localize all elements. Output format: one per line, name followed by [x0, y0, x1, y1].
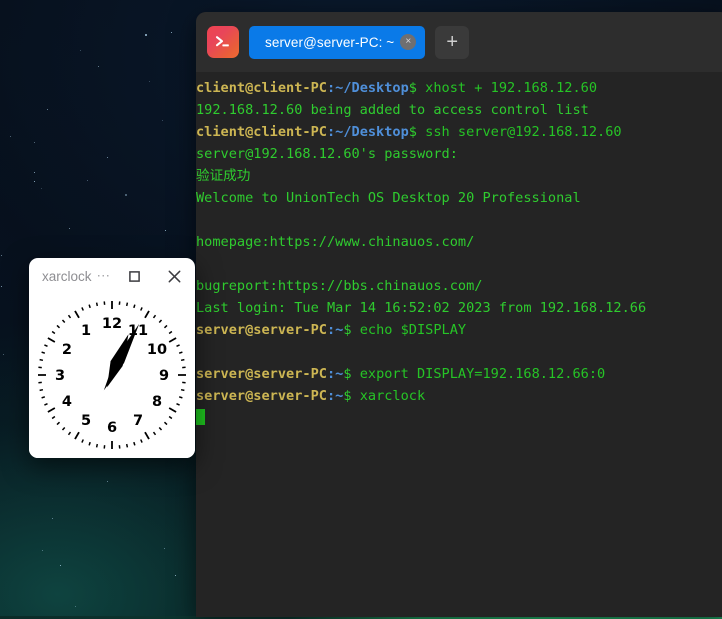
svg-text:2: 2 [62, 342, 72, 358]
terminal-tab-bar: server@server-PC: ~ × + [196, 12, 722, 72]
terminal-command: xhost + 192.168.12.60 [416, 80, 598, 96]
prompt-symbol: $ [343, 388, 352, 404]
terminal-cursor [196, 407, 722, 429]
prompt-path: :~/Desktop [326, 124, 409, 140]
prompt-user: server@server-PC [196, 388, 327, 404]
prompt-user: server@server-PC [196, 366, 327, 382]
terminal-output[interactable]: client@client-PC:~/Desktop$ xhost + 192.… [196, 72, 722, 429]
terminal-window[interactable]: server@server-PC: ~ × + client@client-PC… [196, 12, 722, 617]
terminal-output-line: Last login: Tue Mar 14 16:52:02 2023 fro… [196, 300, 647, 316]
prompt-path: :~ [326, 388, 344, 404]
menu-icon[interactable]: ⋯ [97, 268, 112, 284]
prompt-path: :~ [326, 366, 344, 382]
svg-text:5: 5 [81, 413, 91, 429]
terminal-output-line: 验证成功 [196, 168, 251, 184]
xarclock-window[interactable]: xarclock ⋯ 12 1 2 3 4 5 6 7 8 9 10 11 [29, 258, 195, 458]
prompt-path: :~/Desktop [326, 80, 409, 96]
terminal-output-line: Welcome to UnionTech OS Desktop 20 Profe… [196, 190, 581, 206]
terminal-prompt-line: server@server-PC:~$ export DISPLAY=192.1… [196, 363, 722, 385]
svg-text:12: 12 [102, 316, 122, 332]
prompt-symbol: $ [408, 80, 417, 96]
svg-text:4: 4 [62, 394, 72, 410]
new-tab-button[interactable]: + [435, 25, 470, 59]
desktop-screen: server@server-PC: ~ × + client@client-PC… [0, 0, 722, 619]
terminal-command: export DISPLAY=192.168.12.66:0 [351, 366, 606, 382]
tab-label: server@server-PC: ~ [265, 34, 395, 50]
terminal-prompt-line: server@server-PC:~$ xarclock [196, 385, 722, 407]
window-title: xarclock [42, 268, 92, 284]
terminal-output-line: homepage:https://www.chinauos.com/ [196, 234, 475, 250]
cursor-block [196, 409, 205, 425]
terminal-prompt-line: server@server-PC:~$ echo $DISPLAY [196, 319, 722, 341]
xarclock-titlebar: xarclock ⋯ [29, 258, 195, 294]
prompt-path: :~ [326, 322, 344, 338]
svg-text:10: 10 [147, 342, 167, 358]
prompt-user: client@client-PC [196, 124, 327, 140]
xarclock-face: 1212345 6 7891011 [29, 291, 195, 458]
terminal-tab-active[interactable]: server@server-PC: ~ × [249, 25, 426, 59]
prompt-user: server@server-PC [196, 322, 327, 338]
terminal-output-line: 192.168.12.60 being added to access cont… [196, 102, 589, 118]
maximize-icon[interactable] [123, 265, 145, 287]
terminal-output-line: server@192.168.12.60's password: [196, 146, 458, 162]
terminal-prompt-line: client@client-PC:~/Desktop$ xhost + 192.… [196, 77, 722, 99]
prompt-user: client@client-PC [196, 80, 327, 96]
terminal-prompt-line: client@client-PC:~/Desktop$ ssh server@1… [196, 121, 722, 143]
terminal-command: echo $DISPLAY [351, 322, 467, 338]
svg-text:8: 8 [152, 394, 162, 410]
terminal-command: ssh server@192.168.12.60 [416, 124, 622, 140]
terminal-command: xarclock [351, 388, 426, 404]
svg-text:1: 1 [81, 323, 91, 339]
terminal-output-line: bugreport:https://bbs.chinauos.com/ [196, 278, 483, 294]
svg-text:6: 6 [107, 420, 117, 436]
close-icon[interactable]: × [400, 34, 417, 50]
terminal-prompt-icon [207, 26, 239, 58]
svg-text:7: 7 [133, 413, 143, 429]
prompt-symbol: $ [343, 366, 352, 382]
prompt-symbol: $ [408, 124, 417, 140]
svg-text:9: 9 [159, 368, 169, 384]
close-icon[interactable] [163, 265, 185, 287]
prompt-symbol: $ [343, 322, 352, 338]
svg-text:3: 3 [55, 368, 65, 384]
